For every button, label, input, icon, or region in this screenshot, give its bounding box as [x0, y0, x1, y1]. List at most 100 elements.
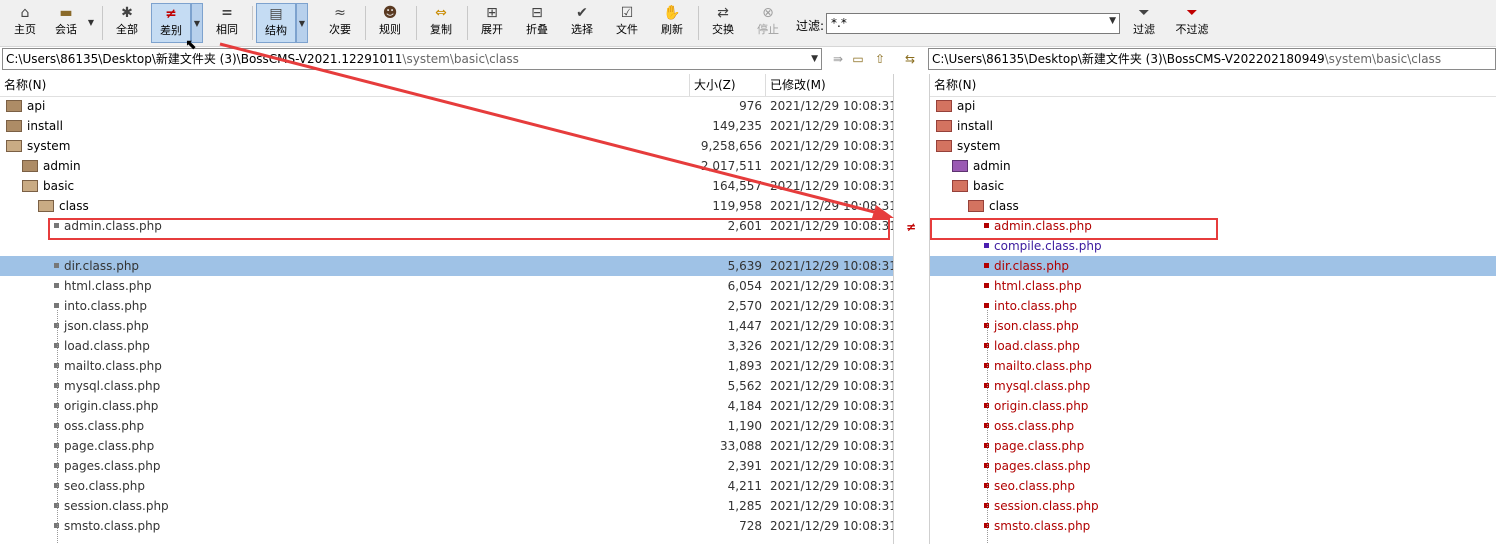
file-row[interactable]: mailto.class.php — [930, 356, 1496, 376]
folder-row[interactable]: admin — [930, 156, 1496, 176]
file-row[interactable]: pages.class.php 2,391 2021/12/29 10:08:31 — [0, 456, 893, 476]
row-size: 164,557 — [712, 179, 762, 193]
files-button[interactable]: ☑ 文件 — [606, 3, 648, 43]
file-row[interactable]: pages.class.php — [930, 456, 1496, 476]
filter-label: 过滤: — [796, 19, 825, 33]
left-path-input[interactable]: C:\Users\86135\Desktop\新建文件夹 (3)\BossCMS… — [2, 48, 822, 70]
left-pane[interactable]: 名称(N) 大小(Z) 已修改(M) api 976 2021/12/29 10:0… — [0, 74, 893, 544]
file-row[interactable]: load.class.php — [930, 336, 1496, 356]
folder-row[interactable]: class — [930, 196, 1496, 216]
left-header: 名称(N) 大小(Z) 已修改(M) — [0, 74, 893, 97]
file-row[interactable]: dir.class.php — [930, 256, 1496, 276]
collapse-tree-icon: ⊟ — [531, 5, 543, 21]
browse-arrow-icon[interactable]: ⇛ — [828, 50, 848, 68]
folder-row[interactable]: admin 2,017,511 2021/12/29 10:08:31 — [0, 156, 893, 176]
file-row[interactable]: mailto.class.php 1,893 2021/12/29 10:08:31 — [0, 356, 893, 376]
file-row[interactable]: json.class.php — [930, 316, 1496, 336]
file-icon — [984, 243, 989, 248]
folder-row[interactable]: install 149,235 2021/12/29 10:08:31 — [0, 116, 893, 136]
minor-button[interactable]: ≈ 次要 — [318, 3, 362, 43]
file-row[interactable]: dir.class.php 5,639 2021/12/29 10:08:31 — [0, 256, 893, 276]
file-row[interactable]: session.class.php 1,285 2021/12/29 10:08:3… — [0, 496, 893, 516]
open-folder-icon — [38, 199, 54, 212]
folder-row[interactable]: system — [930, 136, 1496, 156]
folder-row[interactable]: basic — [930, 176, 1496, 196]
col-name-header[interactable]: 名称(N) — [930, 74, 1496, 96]
nofilter-button[interactable]: ⏷ 不过滤 — [1168, 3, 1216, 43]
folder-row[interactable]: api — [930, 96, 1496, 116]
file-row[interactable]: json.class.php 1,447 2021/12/29 10:08:31 — [0, 316, 893, 336]
file-row[interactable]: session.class.php — [930, 496, 1496, 516]
folder-row[interactable]: api 976 2021/12/29 10:08:31 — [0, 96, 893, 116]
folder-row[interactable]: basic 164,557 2021/12/29 10:08:31 — [0, 176, 893, 196]
row-modified: 2021/12/29 10:08:31 — [770, 399, 893, 413]
row-size: 149,235 — [712, 119, 762, 133]
file-row[interactable]: mysql.class.php — [930, 376, 1496, 396]
folder-icon — [6, 99, 22, 112]
row-name: basic — [973, 179, 1005, 193]
file-row[interactable]: mysql.class.php 5,562 2021/12/29 10:08:31 — [0, 376, 893, 396]
file-icon — [54, 283, 59, 288]
file-row[interactable]: html.class.php 6,054 2021/12/29 10:08:31 — [0, 276, 893, 296]
copy-button[interactable]: ⇔ 复制 — [420, 3, 462, 43]
open-folder-icon — [22, 179, 38, 192]
file-row[interactable]: into.class.php — [930, 296, 1496, 316]
swap-button[interactable]: ⇄ 交换 — [702, 3, 744, 43]
file-row[interactable]: oss.class.php 1,190 2021/12/29 10:08:31 — [0, 416, 893, 436]
file-row[interactable]: load.class.php 3,326 2021/12/29 10:08:31 — [0, 336, 893, 356]
structure-button[interactable]: ▤ 结构 — [256, 3, 296, 43]
right-path-input[interactable]: C:\Users\86135\Desktop\新建文件夹 (3)\BossCMS… — [928, 48, 1496, 70]
file-row[interactable]: origin.class.php 4,184 2021/12/29 10:08:31 — [0, 396, 893, 416]
stop-button[interactable]: ⊗ 停止 — [748, 3, 788, 43]
row-name: dir.class.php — [994, 259, 1070, 273]
checkmarks-icon: ✔ — [576, 5, 588, 21]
col-size-header[interactable]: 大小(Z) — [690, 74, 766, 96]
file-row[interactable]: page.class.php — [930, 436, 1496, 456]
collapse-button[interactable]: ⊟ 折叠 — [516, 3, 558, 43]
home-button[interactable]: ⌂ 主页 — [6, 3, 44, 43]
file-row[interactable]: smsto.class.php 728 2021/12/29 10:08:31 — [0, 516, 893, 536]
diff-marker: ≠ — [906, 220, 917, 234]
row-size: 9,258,656 — [700, 139, 762, 153]
file-row[interactable]: html.class.php — [930, 276, 1496, 296]
folder-row[interactable]: system 9,258,656 2021/12/29 10:08:31 — [0, 136, 893, 156]
row-name: api — [27, 99, 46, 113]
file-row[interactable]: smsto.class.php — [930, 516, 1496, 536]
session-dropdown[interactable]: ▼ — [85, 3, 97, 43]
file-row[interactable]: into.class.php 2,570 2021/12/29 10:08:31 — [0, 296, 893, 316]
col-name-header[interactable]: 名称(N) — [0, 74, 690, 96]
open-folder-icon[interactable]: ▭ — [848, 50, 868, 68]
file-row[interactable]: page.class.php 33,088 2021/12/29 10:08:31 — [0, 436, 893, 456]
col-modified-header[interactable]: 已修改(M) — [766, 74, 893, 96]
filter-input[interactable]: *.* ▼ — [826, 13, 1120, 34]
row-name: page.class.php — [994, 439, 1085, 453]
row-modified: 2021/12/29 10:08:31 — [770, 359, 893, 373]
funnel-x-icon: ⏷ — [1186, 5, 1198, 21]
up-folder-icon[interactable]: ⇧ — [870, 50, 890, 68]
file-row[interactable]: seo.class.php — [930, 476, 1496, 496]
structure-dropdown[interactable]: ▼ — [296, 3, 308, 43]
all-button[interactable]: ✱ 全部 — [108, 3, 146, 43]
file-row[interactable]: seo.class.php 4,211 2021/12/29 10:08:31 — [0, 476, 893, 496]
right-pane[interactable]: 名称(N) api install system admin basic class adm… — [930, 74, 1496, 544]
filter-button[interactable]: ⏷ 过滤 — [1126, 3, 1162, 43]
copy-arrows-icon: ⇔ — [435, 5, 447, 21]
folder-row[interactable]: install — [930, 116, 1496, 136]
row-name: pages.class.php — [64, 459, 161, 473]
rules-button[interactable]: ☻ 规则 — [369, 3, 411, 43]
file-row[interactable]: origin.class.php — [930, 396, 1496, 416]
swap-sides-icon[interactable]: ⇆ — [900, 50, 920, 68]
expand-button[interactable]: ⊞ 展开 — [472, 3, 512, 43]
chevron-down-icon[interactable]: ▼ — [811, 49, 818, 69]
folder-row[interactable]: class 119,958 2021/12/29 10:08:31 — [0, 196, 893, 216]
file-row[interactable]: oss.class.php — [930, 416, 1496, 436]
refresh-button[interactable]: ✋ 刷新 — [651, 3, 693, 43]
session-button[interactable]: ▬ 会话 — [48, 3, 84, 43]
select-button[interactable]: ✔ 选择 — [561, 3, 603, 43]
hand-refresh-icon: ✋ — [663, 5, 681, 21]
file-icon — [984, 283, 989, 288]
diff-gutter: ≠ — [893, 74, 930, 544]
chevron-down-icon[interactable]: ▼ — [1109, 16, 1116, 26]
same-button[interactable]: = 相同 — [207, 3, 247, 43]
row-name: install — [27, 119, 63, 133]
